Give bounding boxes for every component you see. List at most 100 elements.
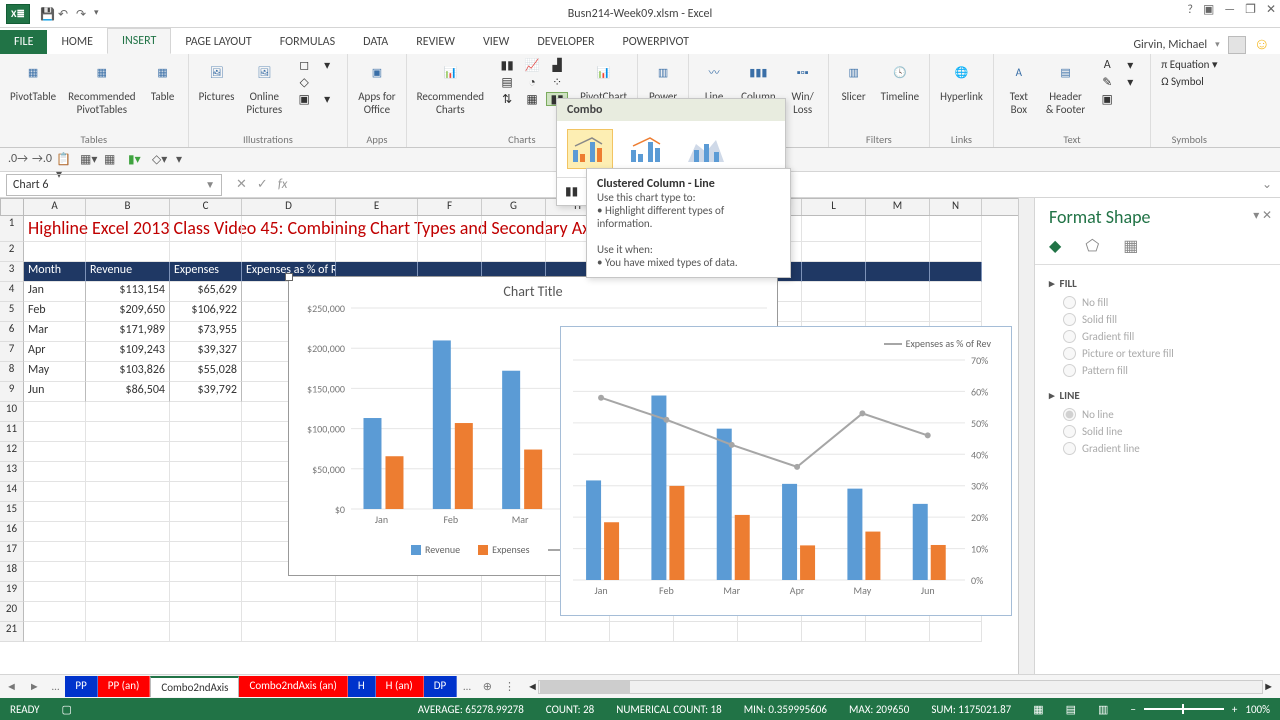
cell[interactable] xyxy=(242,216,336,242)
undo-icon[interactable]: ↶ xyxy=(58,7,72,21)
cell[interactable]: Revenue xyxy=(86,262,170,282)
column-header[interactable]: A xyxy=(24,199,86,215)
cell[interactable] xyxy=(24,522,86,542)
column-header[interactable]: L xyxy=(802,199,866,215)
cell[interactable] xyxy=(930,282,982,302)
cell[interactable]: $65,629 xyxy=(170,282,242,302)
cell[interactable] xyxy=(24,542,86,562)
sheet-tab[interactable]: H xyxy=(348,676,376,697)
chart-title[interactable]: Chart Title xyxy=(289,277,777,302)
hyperlink-button[interactable]: 🌐Hyperlink xyxy=(940,58,983,104)
pane-close-icon[interactable]: ▾ ✕ xyxy=(1253,208,1272,223)
cell[interactable] xyxy=(418,216,482,242)
help-icon[interactable]: ? xyxy=(1187,3,1193,17)
sheet-nav-more2[interactable]: … xyxy=(457,680,477,693)
cell[interactable] xyxy=(170,402,242,422)
cell[interactable] xyxy=(738,622,802,642)
cell[interactable] xyxy=(170,602,242,622)
cell[interactable] xyxy=(242,582,336,602)
decrease-decimal-icon[interactable]: →.0 xyxy=(32,152,48,168)
new-sheet-button[interactable]: ⊕ xyxy=(477,680,498,693)
cell[interactable] xyxy=(482,622,546,642)
column-header[interactable]: C xyxy=(170,199,242,215)
row-header[interactable]: 3 xyxy=(0,262,24,282)
timeline-button[interactable]: 🕓Timeline xyxy=(881,58,919,104)
table-button[interactable]: ▦Table xyxy=(148,58,178,104)
ribbon-display-icon[interactable]: ▣ xyxy=(1203,2,1214,17)
cell[interactable] xyxy=(170,582,242,602)
pictures-button[interactable]: 🖼Pictures xyxy=(199,58,235,104)
combo-clustered-column-line[interactable] xyxy=(567,129,613,169)
line-chart-icon[interactable]: 📈 xyxy=(521,58,543,72)
cell[interactable] xyxy=(24,502,86,522)
cell[interactable]: Jan xyxy=(24,282,86,302)
cell[interactable] xyxy=(86,542,170,562)
cell[interactable] xyxy=(866,302,930,322)
cell[interactable] xyxy=(546,622,610,642)
sparkline-column-button[interactable]: ▮▮▮Column xyxy=(741,58,776,104)
row-header[interactable]: 14 xyxy=(0,482,24,502)
name-box[interactable]: Chart 6▼ xyxy=(6,174,222,196)
cell[interactable] xyxy=(86,622,170,642)
row-header[interactable]: 12 xyxy=(0,442,24,462)
tab-view[interactable]: VIEW xyxy=(469,30,523,54)
chart-background[interactable]: Expenses as % of Rev 0%10%20%30%40%50%60… xyxy=(560,326,1012,616)
cell[interactable]: $86,504 xyxy=(86,382,170,402)
cell[interactable]: Jun xyxy=(24,382,86,402)
column-header[interactable]: F xyxy=(418,199,482,215)
cell[interactable] xyxy=(418,622,482,642)
view-normal-icon[interactable]: ▦ xyxy=(1033,703,1043,716)
cell[interactable] xyxy=(482,242,546,262)
column-header[interactable]: B xyxy=(86,199,170,215)
cell[interactable] xyxy=(418,582,482,602)
fill-color-icon[interactable]: ▮▾ xyxy=(128,152,144,168)
cell[interactable] xyxy=(86,216,170,242)
sheet-tab[interactable]: H (an) xyxy=(376,676,424,697)
column-header[interactable]: E xyxy=(336,199,418,215)
equation-button[interactable]: π Equation ▾ xyxy=(1161,58,1217,71)
sparkline-winloss-button[interactable]: ▪▫▪Win/ Loss xyxy=(788,58,818,116)
cell[interactable] xyxy=(24,242,86,262)
enter-icon[interactable]: ✓ xyxy=(257,177,268,192)
avatar-icon[interactable] xyxy=(1228,36,1246,54)
chart2-plot-area[interactable]: 0%10%20%30%40%50%60%70%JanFebMarAprMayJu… xyxy=(561,350,1013,606)
cell[interactable]: $113,154 xyxy=(86,282,170,302)
tab-insert[interactable]: INSERT xyxy=(107,28,171,54)
cell[interactable] xyxy=(930,622,982,642)
cell[interactable]: $209,650 xyxy=(86,302,170,322)
row-header[interactable]: 15 xyxy=(0,502,24,522)
cell[interactable] xyxy=(866,262,930,282)
tab-home[interactable]: HOME xyxy=(47,30,107,54)
line-section-header[interactable]: ▸ LINE xyxy=(1049,389,1266,402)
tab-page-layout[interactable]: PAGE LAYOUT xyxy=(171,30,265,54)
row-header[interactable]: 11 xyxy=(0,422,24,442)
cell[interactable] xyxy=(86,502,170,522)
cell[interactable] xyxy=(24,622,86,642)
pivotchart-button[interactable]: 📊PivotChart xyxy=(580,58,627,104)
cell[interactable] xyxy=(930,302,982,322)
cell[interactable] xyxy=(482,602,546,622)
row-header[interactable]: 5 xyxy=(0,302,24,322)
cell[interactable] xyxy=(866,242,930,262)
cell[interactable]: Apr xyxy=(24,342,86,362)
tab-powerpivot[interactable]: POWERPIVOT xyxy=(609,30,703,54)
increase-decimal-icon[interactable]: .0→ xyxy=(8,152,24,168)
row-header[interactable]: 1 xyxy=(0,216,24,242)
cancel-icon[interactable]: ✕ xyxy=(236,177,247,192)
cell[interactable] xyxy=(86,242,170,262)
row-header[interactable]: 8 xyxy=(0,362,24,382)
cell[interactable] xyxy=(802,302,866,322)
cell[interactable] xyxy=(24,422,86,442)
minimize-icon[interactable]: — xyxy=(1224,3,1235,17)
cell[interactable] xyxy=(86,482,170,502)
cell[interactable] xyxy=(418,602,482,622)
feedback-icon[interactable]: ☺ xyxy=(1254,35,1270,54)
row-header[interactable]: 7 xyxy=(0,342,24,362)
horizontal-scrollbar[interactable]: ◄► xyxy=(521,680,1280,694)
row-header[interactable]: 17 xyxy=(0,542,24,562)
cell[interactable]: Month xyxy=(24,262,86,282)
row-header[interactable]: 20 xyxy=(0,602,24,622)
area-chart-icon[interactable]: ▟ xyxy=(546,58,568,72)
recommended-charts-button[interactable]: 📊Recommended Charts xyxy=(417,58,484,116)
cell[interactable] xyxy=(242,242,336,262)
